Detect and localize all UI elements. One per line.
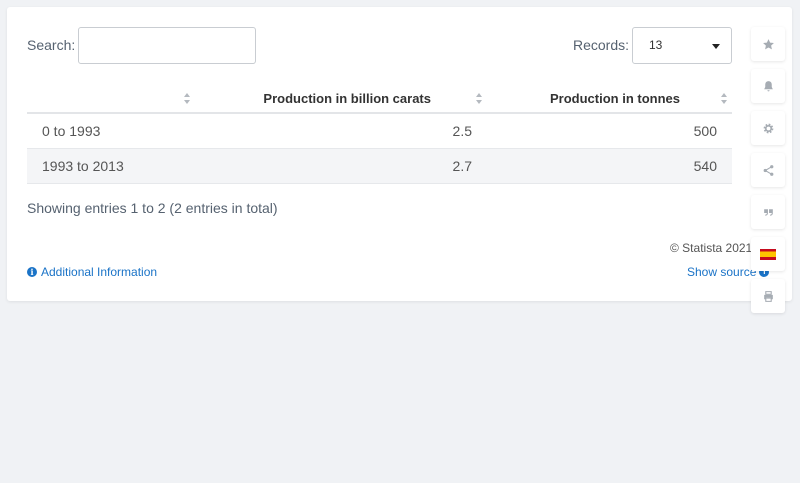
records-select[interactable]: 13 bbox=[632, 27, 732, 64]
table-row: 0 to 1993 2.5 500 bbox=[27, 113, 732, 149]
records-value: 13 bbox=[649, 38, 663, 52]
table-row: 1993 to 2013 2.7 540 bbox=[27, 148, 732, 184]
table-cell: 500 bbox=[487, 113, 732, 149]
gear-icon[interactable] bbox=[751, 111, 785, 145]
caret-down-icon bbox=[712, 44, 720, 49]
additional-information-link[interactable]: i Additional Information bbox=[27, 265, 157, 279]
search-label: Search: bbox=[27, 37, 76, 53]
info-icon: i bbox=[27, 267, 37, 277]
column-header-label[interactable] bbox=[27, 84, 195, 114]
copyright: © Statista 2021 bbox=[670, 241, 753, 255]
additional-information-label: Additional Information bbox=[41, 265, 158, 279]
column-header-carats[interactable]: Production in billion carats bbox=[195, 84, 487, 114]
flag-spain-icon[interactable] bbox=[751, 237, 785, 271]
print-icon[interactable] bbox=[751, 279, 785, 313]
share-icon[interactable] bbox=[751, 153, 785, 187]
search-input[interactable] bbox=[78, 27, 256, 64]
entries-info: Showing entries 1 to 2 (2 entries in tot… bbox=[27, 200, 278, 216]
table-cell: 0 to 1993 bbox=[27, 113, 195, 149]
show-source-label: Show source bbox=[687, 265, 757, 279]
table-cell: 2.5 bbox=[195, 113, 487, 149]
column-header-tonnes[interactable]: Production in tonnes bbox=[487, 84, 732, 114]
records-label: Records: bbox=[573, 37, 630, 53]
data-table: Production in billion carats Production … bbox=[27, 84, 732, 184]
content-card: Search: Records: 13 Production in billio… bbox=[7, 7, 792, 313]
quote-icon[interactable] bbox=[751, 195, 785, 229]
bell-icon[interactable] bbox=[751, 69, 785, 103]
sort-icon bbox=[721, 93, 728, 104]
sort-icon bbox=[184, 93, 191, 104]
table-cell: 540 bbox=[487, 148, 732, 184]
sort-icon bbox=[476, 93, 483, 104]
table-cell: 2.7 bbox=[195, 148, 487, 184]
table-cell: 1993 to 2013 bbox=[27, 148, 195, 184]
table-header-row: Production in billion carats Production … bbox=[27, 84, 732, 114]
star-icon[interactable] bbox=[751, 27, 785, 61]
